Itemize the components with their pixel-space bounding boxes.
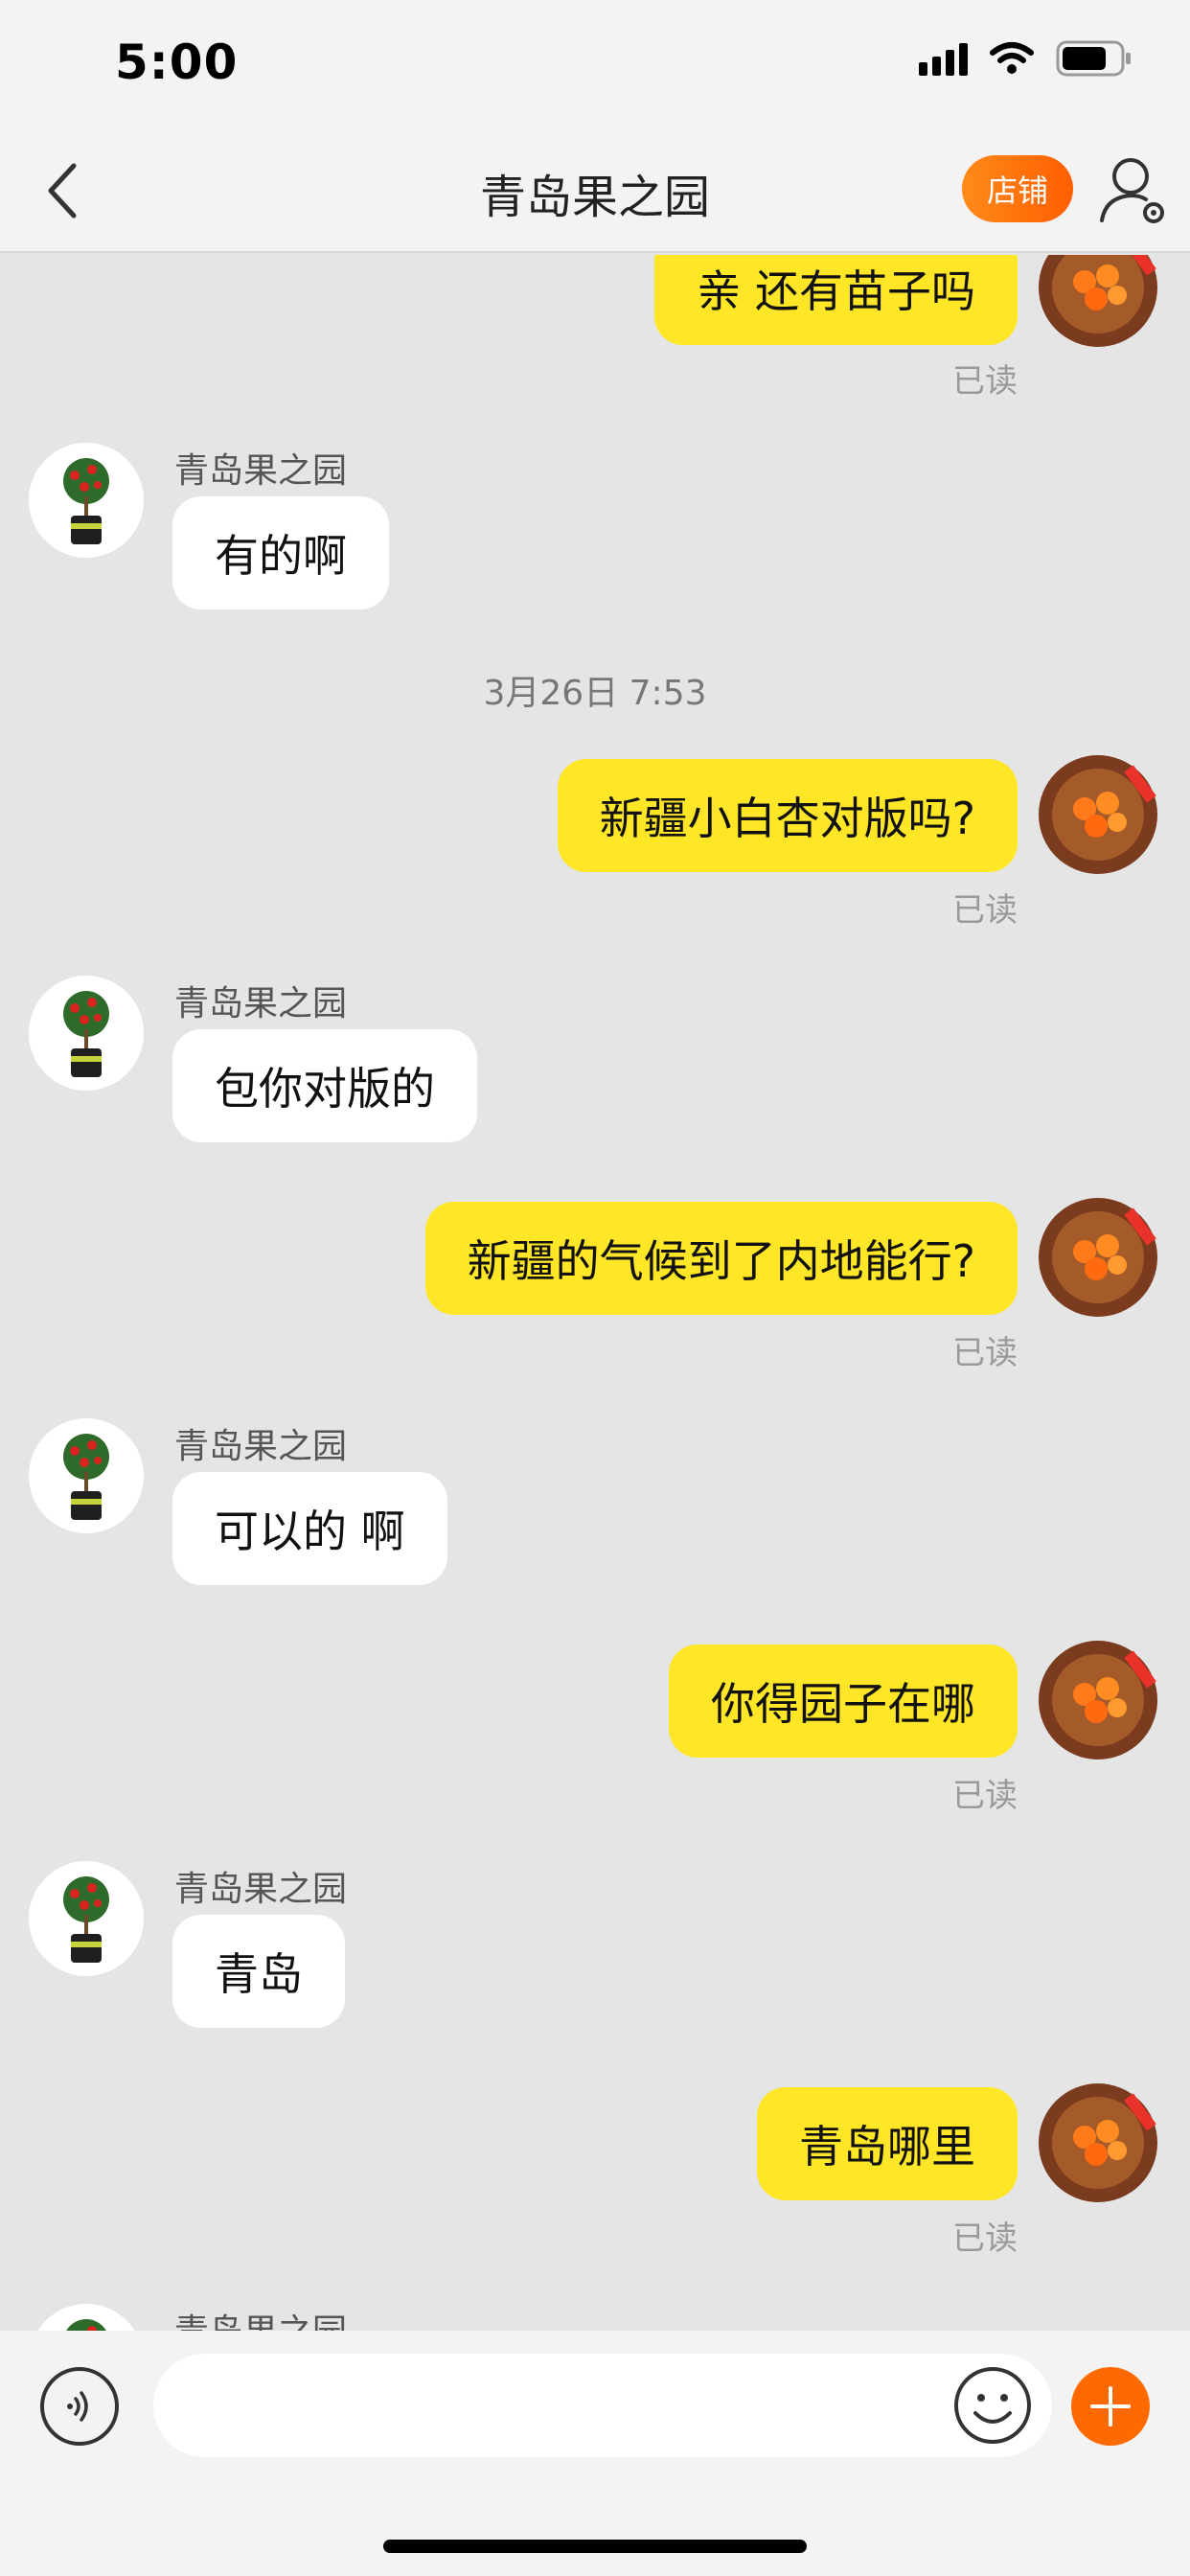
cellular-signal-icon — [919, 41, 968, 76]
user-avatar[interactable] — [1037, 1639, 1159, 1761]
read-receipt: 已读 — [952, 1334, 1018, 1372]
user-avatar[interactable] — [1037, 255, 1159, 349]
shop-avatar[interactable] — [29, 443, 144, 558]
user-avatar[interactable] — [1037, 1196, 1159, 1319]
plus-icon — [1090, 2386, 1131, 2426]
message-bubble-sent[interactable]: 新疆的气候到了内地能行? — [424, 1202, 1018, 1315]
voice-button[interactable] — [40, 2367, 119, 2446]
message-bubble-received[interactable]: 可以的 啊 — [172, 1472, 447, 1585]
message-bubble-received[interactable]: 包你对版的 — [172, 1029, 477, 1142]
message-sent: 新疆小白杏对版吗? 已读 — [0, 755, 1190, 932]
status-icons — [919, 40, 1133, 77]
voice-icon — [67, 2391, 88, 2422]
sender-name: 青岛果之园 — [174, 451, 348, 491]
chat-messages[interactable]: 亲 还有苗子吗 已读 青岛果之园 有的啊 3月26日 7:53 新疆小白杏对版吗… — [0, 255, 1190, 2331]
profile-settings-button[interactable] — [1094, 151, 1171, 228]
status-bar: 5:00 — [0, 0, 1190, 130]
home-indicator — [383, 2540, 807, 2553]
shop-button[interactable]: 店铺 — [962, 155, 1073, 222]
sender-name: 青岛果之园 — [174, 2304, 347, 2331]
emoji-icon — [954, 2367, 1031, 2444]
battery-icon — [1056, 40, 1131, 77]
emoji-button[interactable] — [952, 2365, 1033, 2446]
read-receipt: 已读 — [952, 2220, 1018, 2258]
read-receipt: 已读 — [952, 362, 1018, 401]
read-receipt: 已读 — [952, 891, 1018, 930]
message-input[interactable] — [153, 2354, 1052, 2457]
message-sent: 你得园子在哪 已读 — [0, 1641, 1190, 1817]
shop-avatar[interactable] — [29, 1418, 144, 1533]
message-received: 青岛果之园 包你对版的 — [0, 976, 1190, 1148]
sender-name: 青岛果之园 — [174, 1427, 348, 1466]
user-avatar[interactable] — [1037, 753, 1159, 876]
user-avatar[interactable] — [1037, 2082, 1159, 2204]
message-bubble-sent[interactable]: 亲 还有苗子吗 — [654, 255, 1018, 345]
message-bubble-sent[interactable]: 青岛哪里 — [757, 2087, 1018, 2200]
chat-screen: 5:00 青岛果之园 店铺 亲 还有苗子吗 已读 青岛果之园 有的啊 3月26日… — [0, 0, 1190, 2576]
status-time: 5:00 — [115, 34, 239, 90]
message-bubble-received[interactable]: 有的啊 — [172, 496, 389, 610]
message-received: 青岛果之园 青岛 — [0, 1861, 1190, 2034]
shop-avatar[interactable] — [29, 976, 144, 1091]
message-sent: 青岛哪里 已读 — [0, 2083, 1190, 2260]
shop-avatar[interactable] — [29, 1861, 144, 1976]
user-settings-icon — [1100, 158, 1164, 223]
shop-avatar[interactable] — [29, 2304, 144, 2331]
chat-timestamp: 3月26日 7:53 — [483, 674, 707, 713]
sender-name: 青岛果之园 — [174, 1870, 348, 1909]
message-sent: 亲 还有苗子吗 已读 — [0, 255, 1190, 401]
sender-name: 青岛果之园 — [174, 984, 348, 1024]
wifi-icon — [990, 42, 1034, 74]
more-options-button[interactable] — [1071, 2367, 1150, 2446]
message-bubble-sent[interactable]: 你得园子在哪 — [669, 1644, 1018, 1758]
message-bubble-sent[interactable]: 新疆小白杏对版吗? — [557, 759, 1018, 872]
message-received-partial: 青岛果之园 — [0, 2304, 1190, 2331]
message-sent: 新疆的气候到了内地能行? 已读 — [0, 1198, 1190, 1374]
message-received: 青岛果之园 可以的 啊 — [0, 1418, 1190, 1591]
read-receipt: 已读 — [952, 1777, 1018, 1815]
message-bubble-received[interactable]: 青岛 — [172, 1915, 345, 2028]
navigation-bar: 青岛果之园 店铺 — [0, 130, 1190, 253]
input-bar — [0, 2331, 1190, 2576]
message-received: 青岛果之园 有的啊 — [0, 443, 1190, 610]
